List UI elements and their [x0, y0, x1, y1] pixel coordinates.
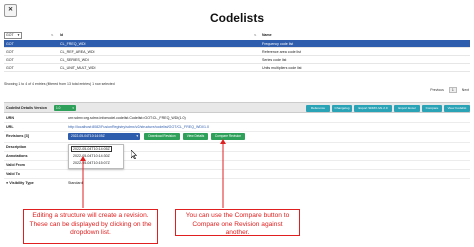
codelists-page: ✕ Codelists GOT ▼ ⇅ Id ⇅ Name GOT CL_FRE…: [0, 0, 474, 247]
callout-left: Editing a structure will create a revisi…: [23, 209, 158, 244]
callout-right: You can use the Compare button to Compar…: [175, 209, 300, 236]
